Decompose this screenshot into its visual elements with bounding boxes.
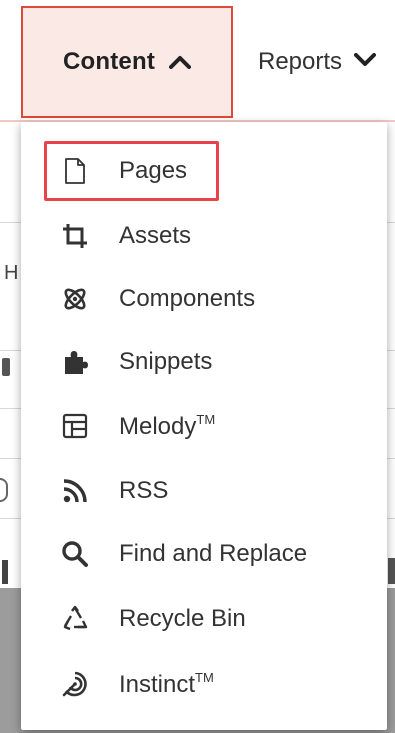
atom-icon	[59, 283, 91, 315]
layout-icon	[59, 410, 91, 442]
nav-reports-menu[interactable]: Reports	[258, 6, 377, 118]
crop-icon	[59, 220, 91, 252]
menu-item-label: Pages	[119, 157, 188, 184]
menu-item-label: MelodyTM	[119, 411, 216, 440]
instinct-icon	[59, 668, 91, 700]
menu-item-label: InstinctTM	[119, 669, 214, 698]
page-icon	[59, 155, 91, 187]
top-navigation: Content Reports	[0, 0, 395, 122]
menu-item-components[interactable]: Components	[21, 268, 387, 330]
recycle-icon	[59, 603, 91, 635]
menu-item-instinct[interactable]: InstinctTM	[21, 653, 387, 715]
menu-item-find-and-replace[interactable]: Find and Replace	[21, 523, 387, 585]
menu-item-label: Assets	[119, 222, 192, 249]
menu-item-label: Components	[119, 285, 256, 312]
chevron-down-icon	[354, 52, 377, 72]
menu-item-rss[interactable]: RSS	[21, 460, 387, 522]
menu-item-melody[interactable]: MelodyTM	[21, 395, 387, 457]
background-icon-fragment	[2, 358, 10, 376]
nav-reports-label: Reports	[258, 48, 343, 75]
trademark-mark: TM	[195, 669, 214, 685]
menu-item-assets[interactable]: Assets	[21, 205, 387, 267]
nav-content-menu[interactable]: Content	[21, 6, 233, 118]
background-icon-fragment	[2, 560, 8, 584]
menu-item-label: Find and Replace	[119, 540, 308, 567]
nav-content-label: Content	[62, 48, 156, 75]
search-icon	[59, 538, 91, 570]
background-icon-fragment	[0, 478, 8, 502]
screen: H Content Reports Pages Assets Component…	[0, 0, 395, 733]
background-text-fragment: H	[4, 262, 19, 284]
menu-item-recycle-bin[interactable]: Recycle Bin	[21, 588, 387, 650]
menu-item-pages[interactable]: Pages	[21, 140, 387, 202]
background-icon-fragment	[388, 558, 395, 584]
menu-item-label: RSS	[119, 477, 169, 504]
trademark-mark: TM	[196, 411, 216, 427]
chevron-up-icon	[169, 55, 192, 69]
content-dropdown-menu: Pages Assets Components Snippets MelodyT…	[21, 122, 387, 730]
puzzle-icon	[59, 346, 91, 378]
menu-item-label: Snippets	[119, 348, 213, 375]
menu-item-label: Recycle Bin	[119, 605, 246, 632]
menu-item-snippets[interactable]: Snippets	[21, 331, 387, 393]
rss-icon	[59, 475, 91, 507]
